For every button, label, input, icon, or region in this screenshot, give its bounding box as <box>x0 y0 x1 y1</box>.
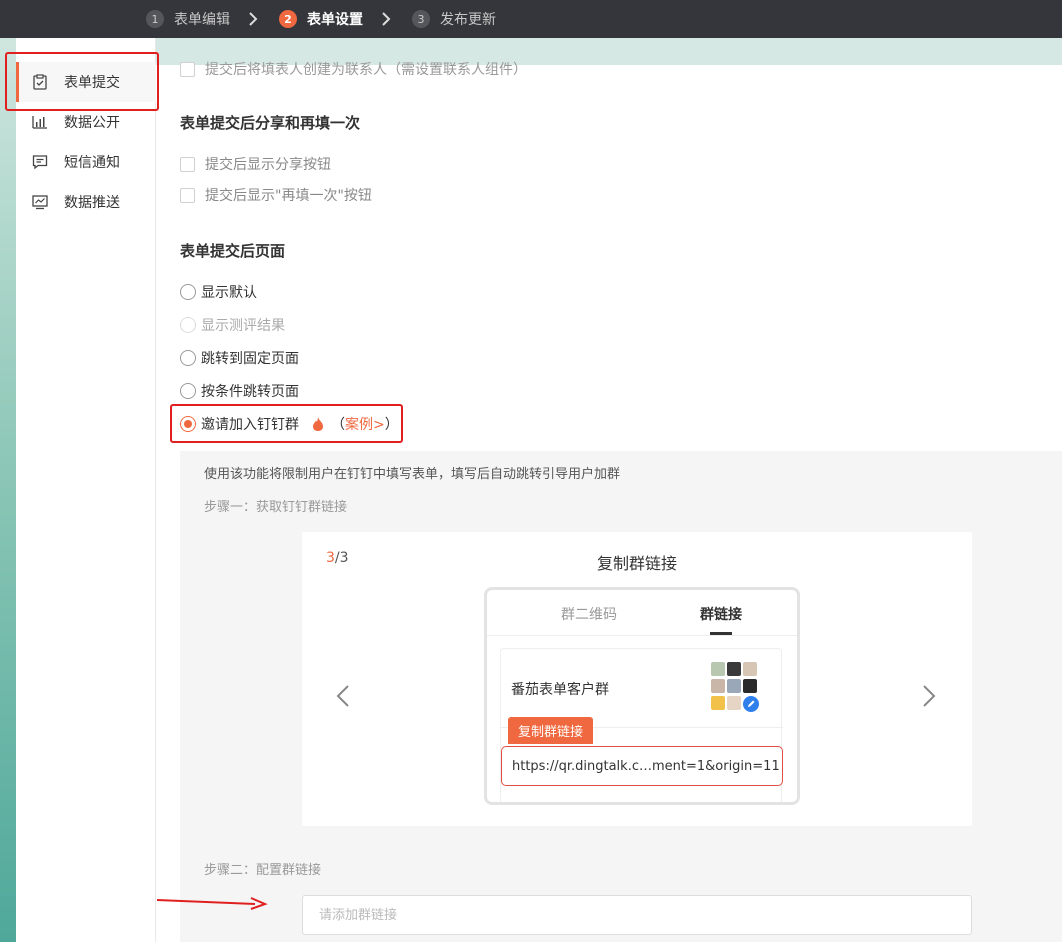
dingtalk-group-panel: 使用该功能将限制用户在钉钉中填写表单，填写后自动跳转引导用户加群 步骤一：获取钉… <box>180 451 1062 942</box>
share-section-title: 表单提交后分享和再填一次 <box>180 114 361 132</box>
show-refill-button-option[interactable]: 提交后显示"再填一次"按钮 <box>180 185 372 205</box>
radio-button[interactable] <box>180 383 196 399</box>
tab-group-link: 群链接 <box>700 607 742 623</box>
sidebar-item-label: 数据推送 <box>64 195 120 211</box>
step-number: 1 <box>146 10 164 28</box>
radio-button <box>180 317 196 333</box>
radio-label: 显示默认 <box>201 285 257 301</box>
checkbox[interactable] <box>180 187 195 203</box>
chevron-right-icon <box>248 0 258 38</box>
step-bar: 1 表单编辑 2 表单设置 3 发布更新 <box>0 0 1062 38</box>
radio-redirect-fixed[interactable]: 跳转到固定页面 <box>180 348 299 368</box>
option-label: 提交后显示"再填一次"按钮 <box>205 188 372 204</box>
step-label: 表单设置 <box>307 12 363 28</box>
panel-description: 使用该功能将限制用户在钉钉中填写表单，填写后自动跳转引导用户加群 <box>204 467 621 482</box>
option-label: 提交后显示分享按钮 <box>205 157 331 173</box>
show-share-button-option[interactable]: 提交后显示分享按钮 <box>180 154 331 174</box>
background-strip-top <box>16 38 1062 65</box>
step-label: 发布更新 <box>440 12 496 28</box>
step-number: 3 <box>412 10 430 28</box>
sidebar-item-label: 短信通知 <box>64 155 120 171</box>
radio-button[interactable] <box>180 284 196 300</box>
carousel-title: 复制群链接 <box>596 554 677 573</box>
checkbox[interactable] <box>180 61 195 77</box>
tutorial-carousel: 3/3 复制群链接 群二维码 群链接 番茄表单客户群 复制群链接 https:/… <box>302 532 972 826</box>
radio-button[interactable] <box>180 350 196 366</box>
group-name: 番茄表单客户群 <box>511 682 609 698</box>
sidebar-item-label: 数据公开 <box>64 115 120 131</box>
step-form-edit[interactable]: 1 表单编辑 <box>146 0 230 38</box>
create-contact-option[interactable]: 提交后将填表人创建为联系人（需设置联系人组件） <box>180 59 527 79</box>
radio-redirect-conditional[interactable]: 按条件跳转页面 <box>180 381 299 401</box>
tab-qr-code: 群二维码 <box>561 607 617 623</box>
sidebar: 表单提交 数据公开 短信通知 数据推送 <box>16 38 156 942</box>
pencil-icon <box>741 694 761 714</box>
phone-mockup: 群二维码 群链接 番茄表单客户群 复制群链接 https://qr.dingta… <box>484 587 800 805</box>
step-label: 表单编辑 <box>174 12 230 28</box>
option-label: 提交后将填表人创建为联系人（需设置联系人组件） <box>205 62 527 78</box>
bar-chart-icon <box>32 114 48 130</box>
carousel-prev-button[interactable] <box>336 682 350 715</box>
phone-tabs: 群二维码 群链接 <box>487 590 797 636</box>
annotation-arrow-icon <box>156 897 268 910</box>
sidebar-item-data-push[interactable]: 数据推送 <box>16 182 156 222</box>
data-push-icon <box>32 194 48 210</box>
copy-link-button: 复制群链接 <box>508 717 594 744</box>
step-one-label: 步骤一：获取钉钉群链接 <box>204 500 348 515</box>
radio-show-default[interactable]: 显示默认 <box>180 282 257 302</box>
background-strip <box>0 38 16 942</box>
sidebar-item-sms[interactable]: 短信通知 <box>16 142 156 182</box>
checkbox[interactable] <box>180 156 195 172</box>
group-link-input[interactable] <box>302 895 972 935</box>
step-two-label: 步骤二：配置群链接 <box>204 863 322 878</box>
annotation-box-sidebar <box>5 52 159 111</box>
carousel-next-button[interactable] <box>922 682 936 715</box>
group-card: 番茄表单客户群 复制群链接 https://qr.dingtalk.c…ment… <box>500 648 783 802</box>
radio-show-evaluation: 显示测评结果 <box>180 315 285 335</box>
step-publish[interactable]: 3 发布更新 <box>412 0 496 38</box>
group-link-field: https://qr.dingtalk.c…ment=1&origin=11 <box>501 746 783 786</box>
tab-underline <box>710 632 732 635</box>
step-form-settings[interactable]: 2 表单设置 <box>279 0 363 38</box>
page-section-title: 表单提交后页面 <box>180 242 286 260</box>
settings-content: 提交后将填表人创建为联系人（需设置联系人组件） 表单提交后分享和再填一次 提交后… <box>156 61 1062 942</box>
chevron-right-icon <box>381 0 391 38</box>
annotation-box-join-group <box>170 404 403 443</box>
radio-label: 按条件跳转页面 <box>201 384 299 400</box>
radio-label: 显示测评结果 <box>201 318 285 334</box>
message-icon <box>32 154 48 170</box>
radio-label: 跳转到固定页面 <box>201 351 299 367</box>
step-number: 2 <box>279 10 297 28</box>
